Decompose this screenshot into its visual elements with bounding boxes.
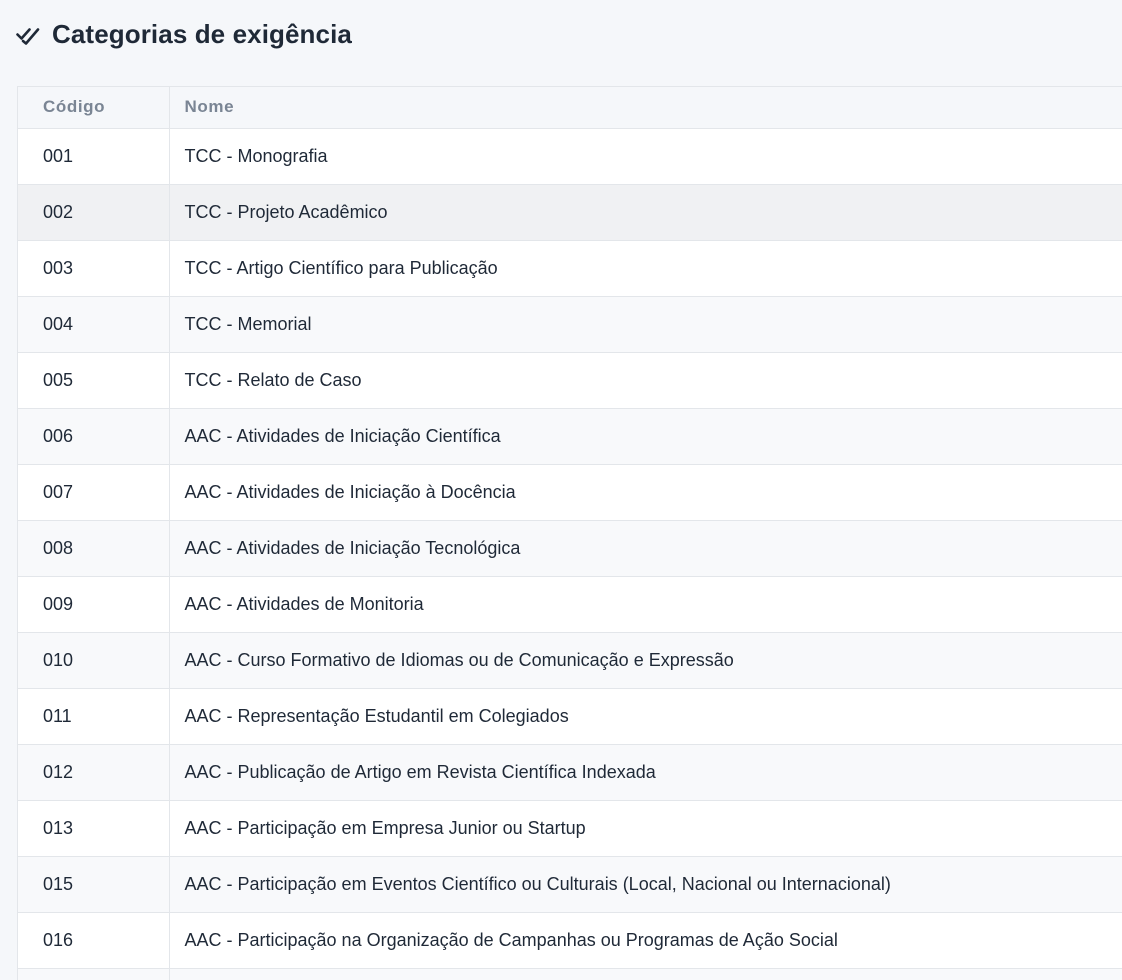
table-row[interactable] xyxy=(18,968,1122,980)
categories-table: Código Nome 001 TCC - Monografia 002 TCC - … xyxy=(17,86,1122,980)
cell-code: 010 xyxy=(18,632,169,689)
cell-name: AAC - Participação na Organização de Cam… xyxy=(168,912,1122,969)
cell-name: AAC - Atividades de Monitoria xyxy=(168,576,1122,633)
cell-code: 006 xyxy=(18,408,169,465)
table-row[interactable]: 005 TCC - Relato de Caso xyxy=(18,352,1122,409)
cell-name: AAC - Participação em Empresa Junior ou … xyxy=(168,800,1122,857)
table-body: 001 TCC - Monografia 002 TCC - Projeto Acad… xyxy=(18,128,1122,980)
cell-code: 011 xyxy=(18,688,169,745)
table-row[interactable]: 010 AAC - Curso Formativo de Idiomas ou d… xyxy=(18,632,1122,689)
cell-code: 004 xyxy=(18,296,169,353)
cell-name: AAC - Representação Estudantil em Colegi… xyxy=(168,688,1122,745)
double-check-icon xyxy=(16,22,40,46)
column-header-name[interactable]: Nome xyxy=(168,87,1122,129)
cell-code: 005 xyxy=(18,352,169,409)
table-header-row: Código Nome xyxy=(18,87,1122,129)
cell-name: TCC - Memorial xyxy=(168,296,1122,353)
table-row[interactable]: 001 TCC - Monografia xyxy=(18,128,1122,185)
cell-code: 008 xyxy=(18,520,169,577)
cell-code: 015 xyxy=(18,856,169,913)
table-row[interactable]: 006 AAC - Atividades de Iniciação Científ… xyxy=(18,408,1122,465)
table-row[interactable]: 003 TCC - Artigo Científico para Publicaç… xyxy=(18,240,1122,297)
table-row[interactable]: 015 AAC - Participação em Eventos Científ… xyxy=(18,856,1122,913)
cell-name: TCC - Artigo Científico para Publicação xyxy=(168,240,1122,297)
cell-code: 009 xyxy=(18,576,169,633)
table-row[interactable]: 002 TCC - Projeto Acadêmico xyxy=(18,184,1122,241)
cell-name: AAC - Publicação de Artigo em Revista Ci… xyxy=(168,744,1122,801)
table-row[interactable]: 011 AAC - Representação Estudantil em Col… xyxy=(18,688,1122,745)
cell-code: 007 xyxy=(18,464,169,521)
cell-name: AAC - Atividades de Iniciação à Docência xyxy=(168,464,1122,521)
cell-name: AAC - Atividades de Iniciação Científica xyxy=(168,408,1122,465)
table-row[interactable]: 004 TCC - Memorial xyxy=(18,296,1122,353)
table-row[interactable]: 007 AAC - Atividades de Iniciação à Docên… xyxy=(18,464,1122,521)
table-row[interactable]: 009 AAC - Atividades de Monitoria xyxy=(18,576,1122,633)
cell-code: 016 xyxy=(18,912,169,969)
table-row[interactable]: 012 AAC - Publicação de Artigo em Revista… xyxy=(18,744,1122,801)
table-row[interactable]: 016 AAC - Participação na Organização de … xyxy=(18,912,1122,969)
cell-code: 003 xyxy=(18,240,169,297)
column-header-code[interactable]: Código xyxy=(18,87,169,129)
cell-name: AAC - Curso Formativo de Idiomas ou de C… xyxy=(168,632,1122,689)
cell-code: 002 xyxy=(18,184,169,241)
cell-code xyxy=(18,968,169,980)
cell-name: TCC - Monografia xyxy=(168,128,1122,185)
cell-name: TCC - Projeto Acadêmico xyxy=(168,184,1122,241)
cell-code: 013 xyxy=(18,800,169,857)
cell-name: AAC - Atividades de Iniciação Tecnológic… xyxy=(168,520,1122,577)
cell-name xyxy=(168,968,1122,980)
cell-name: TCC - Relato de Caso xyxy=(168,352,1122,409)
cell-name: AAC - Participação em Eventos Científico… xyxy=(168,856,1122,913)
table-row[interactable]: 013 AAC - Participação em Empresa Junior … xyxy=(18,800,1122,857)
cell-code: 001 xyxy=(18,128,169,185)
cell-code: 012 xyxy=(18,744,169,801)
table-row[interactable]: 008 AAC - Atividades de Iniciação Tecnoló… xyxy=(18,520,1122,577)
page-header: Categorias de exigência xyxy=(16,16,352,52)
page-title: Categorias de exigência xyxy=(52,18,352,49)
